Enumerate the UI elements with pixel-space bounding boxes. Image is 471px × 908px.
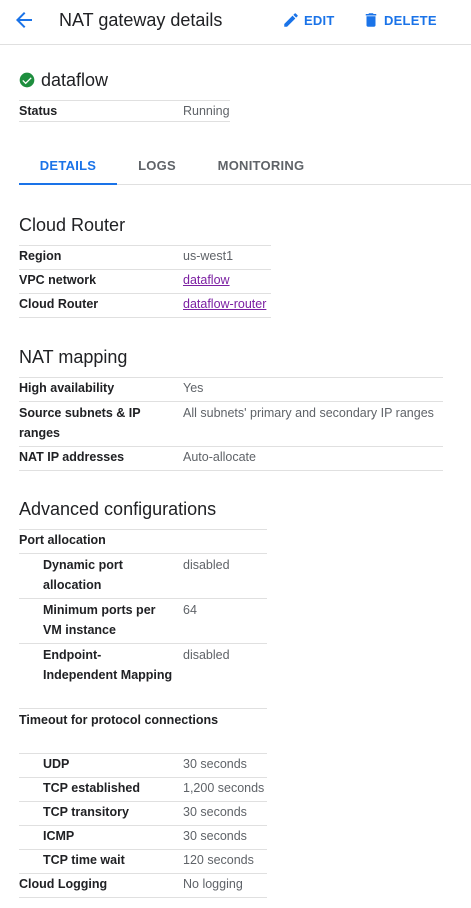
min-ports-value: 64 xyxy=(183,598,267,644)
eim-key: Endpoint-Independent Mapping xyxy=(19,643,183,709)
source-subnets-value: All subnets' primary and secondary IP ra… xyxy=(183,401,443,447)
table-row: Endpoint-Independent Mapping disabled xyxy=(19,643,267,709)
dynamic-port-key: Dynamic port allocation xyxy=(19,553,183,599)
cloud-router-table: Region us-west1 VPC network dataflow Clo… xyxy=(19,245,271,318)
status-key: Status xyxy=(19,100,183,122)
delete-button-label: DELETE xyxy=(384,12,437,28)
tcp-established-key: TCP established xyxy=(19,777,183,802)
status-row: Status Running xyxy=(19,100,230,122)
table-row: Timeout for protocol connections xyxy=(19,708,267,754)
table-row: TCP transitory 30 seconds xyxy=(19,801,267,826)
icmp-value: 30 seconds xyxy=(183,825,267,850)
table-row: Cloud Logging No logging xyxy=(19,873,267,898)
tab-monitoring[interactable]: MONITORING xyxy=(211,148,311,184)
back-arrow-icon[interactable] xyxy=(12,8,36,32)
advanced-table: Port allocation Dynamic port allocation … xyxy=(19,529,267,898)
table-row: Cloud Router dataflow-router xyxy=(19,293,271,318)
vpc-network-key: VPC network xyxy=(19,269,183,294)
page-title: NAT gateway details xyxy=(59,10,223,30)
check-circle-icon xyxy=(19,72,35,88)
table-row: Dynamic port allocation disabled xyxy=(19,553,267,599)
min-ports-key: Minimum ports per VM instance xyxy=(19,598,183,644)
region-key: Region xyxy=(19,245,183,270)
tab-bar: DETAILS LOGS MONITORING xyxy=(19,148,471,185)
cloud-logging-key: Cloud Logging xyxy=(19,873,183,898)
nat-mapping-title: NAT mapping xyxy=(19,347,128,367)
edit-button-label: EDIT xyxy=(304,12,335,28)
edit-button[interactable]: EDIT xyxy=(282,8,335,32)
table-row: Port allocation xyxy=(19,529,267,554)
tab-logs[interactable]: LOGS xyxy=(131,148,183,184)
udp-value: 30 seconds xyxy=(183,753,267,778)
region-value: us-west1 xyxy=(183,245,271,270)
cloud-router-link[interactable]: dataflow-router xyxy=(183,297,266,311)
cloud-router-title: Cloud Router xyxy=(19,215,126,235)
page-header: NAT gateway details EDIT DELETE xyxy=(0,0,471,45)
vpc-network-link[interactable]: dataflow xyxy=(183,273,230,287)
table-row: High availability Yes xyxy=(19,377,443,402)
port-allocation-label: Port allocation xyxy=(19,529,267,554)
table-row: UDP 30 seconds xyxy=(19,753,267,778)
status-value: Running xyxy=(183,100,230,122)
trash-icon xyxy=(365,13,377,27)
dynamic-port-value: disabled xyxy=(183,553,267,599)
tab-details[interactable]: DETAILS xyxy=(19,148,117,185)
delete-button[interactable]: DELETE xyxy=(362,8,437,32)
resource-name: dataflow xyxy=(41,69,109,90)
table-row: TCP established 1,200 seconds xyxy=(19,777,267,802)
icmp-key: ICMP xyxy=(19,825,183,850)
eim-value: disabled xyxy=(183,643,267,709)
tcp-time-wait-key: TCP time wait xyxy=(19,849,183,874)
table-row: Source subnets & IP ranges All subnets' … xyxy=(19,401,443,447)
pencil-icon xyxy=(284,13,298,27)
table-row: VPC network dataflow xyxy=(19,269,271,294)
resource-title: dataflow xyxy=(19,68,108,92)
table-row: NAT IP addresses Auto-allocate xyxy=(19,446,443,471)
nat-mapping-table: High availability Yes Source subnets & I… xyxy=(19,377,443,471)
udp-key: UDP xyxy=(19,753,183,778)
tcp-transitory-key: TCP transitory xyxy=(19,801,183,826)
cloud-router-key: Cloud Router xyxy=(19,293,183,318)
advanced-configurations-title: Advanced configurations xyxy=(19,499,217,519)
tcp-time-wait-value: 120 seconds xyxy=(183,849,267,874)
nat-ip-key: NAT IP addresses xyxy=(19,446,183,471)
tcp-established-value: 1,200 seconds xyxy=(183,777,267,802)
nat-ip-value: Auto-allocate xyxy=(183,446,443,471)
status-table: Status Running xyxy=(19,100,230,122)
high-availability-value: Yes xyxy=(183,377,443,402)
table-row: TCP time wait 120 seconds xyxy=(19,849,267,874)
high-availability-key: High availability xyxy=(19,377,183,402)
table-row: Region us-west1 xyxy=(19,245,271,270)
table-row: Minimum ports per VM instance 64 xyxy=(19,598,267,644)
source-subnets-key: Source subnets & IP ranges xyxy=(19,401,183,447)
cloud-logging-value: No logging xyxy=(183,873,267,898)
table-row: ICMP 30 seconds xyxy=(19,825,267,850)
tcp-transitory-value: 30 seconds xyxy=(183,801,267,826)
timeout-label: Timeout for protocol connections xyxy=(19,708,267,754)
